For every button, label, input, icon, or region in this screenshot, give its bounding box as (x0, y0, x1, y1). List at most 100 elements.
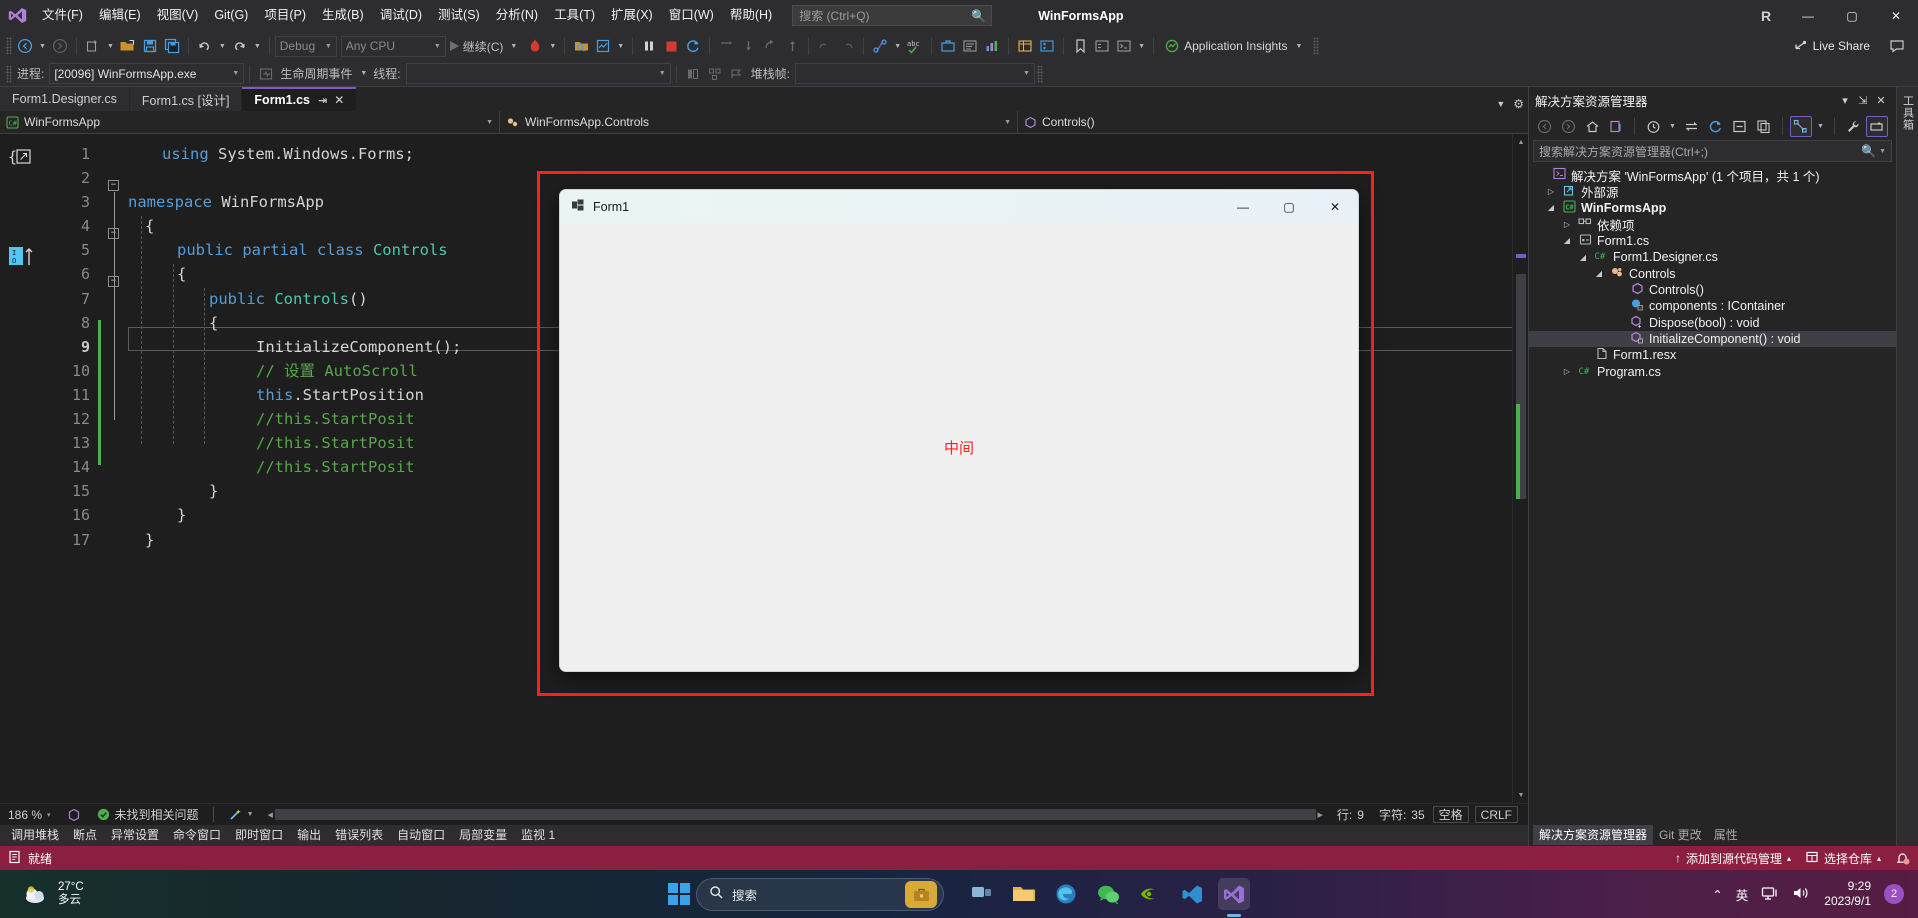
close-icon[interactable]: ✕ (334, 93, 344, 107)
glyph-margin[interactable]: { I O (0, 134, 40, 803)
dbgtab-error-list[interactable]: 错误列表 (328, 825, 390, 846)
tree-expander[interactable]: ◢ (1593, 269, 1605, 278)
dbgtab-breakpoints[interactable]: 断点 (66, 825, 104, 846)
live-share-button[interactable]: Live Share (1785, 39, 1878, 54)
parallel-stacks-icon[interactable] (704, 63, 726, 85)
zoom-control[interactable]: 186 % ▾ (0, 808, 59, 822)
save-all-icon[interactable] (161, 35, 183, 57)
toolbar-grip[interactable] (6, 37, 12, 55)
tree-item-class-controls[interactable]: ◢ Controls (1529, 265, 1896, 281)
application-insights-button[interactable]: Application Insights ▼ (1159, 39, 1311, 53)
stop-icon[interactable] (660, 35, 682, 57)
dbgtab-autos[interactable]: 自动窗口 (390, 825, 452, 846)
taskbar-weather-widget[interactable]: 27°C 多云 (0, 879, 84, 910)
continue-button[interactable]: 继续(C) ▼ (446, 35, 525, 57)
edge-icon[interactable] (1050, 878, 1082, 910)
task-list-icon[interactable] (1091, 35, 1113, 57)
tree-item-form1-designer-cs[interactable]: ◢ C# Form1.Designer.cs (1529, 249, 1896, 265)
dbgtab-call-stack[interactable]: 调用堆栈 (4, 825, 66, 846)
taskbar-clock[interactable]: 9:29 2023/9/1 (1824, 879, 1871, 909)
notification-badge[interactable]: 2 (1884, 884, 1904, 904)
solution-platform-combo[interactable]: Any CPU ▼ (340, 35, 446, 57)
menu-test[interactable]: 测试(S) (430, 0, 488, 31)
step-over-icon[interactable] (737, 35, 759, 57)
show-all-files-icon[interactable] (1753, 116, 1775, 137)
appins-caret[interactable]: ▼ (1293, 43, 1306, 50)
tab-list-chevron-icon[interactable]: ▼ (1496, 99, 1505, 109)
dbgtab-watch-1[interactable]: 监视 1 (514, 825, 562, 846)
continue-caret[interactable]: ▼ (507, 43, 520, 50)
tree-expander[interactable]: ◢ (1577, 253, 1589, 262)
menu-view[interactable]: 视图(V) (149, 0, 207, 31)
maximize-button[interactable]: ▢ (1830, 0, 1874, 31)
menu-tools[interactable]: 工具(T) (546, 0, 603, 31)
stack-frame-combo[interactable]: ▼ (794, 63, 1035, 84)
form1-minimize-button[interactable]: — (1220, 190, 1266, 223)
navbar-member-dropdown[interactable]: Controls() (1018, 111, 1528, 133)
preview-selected-icon[interactable] (1865, 115, 1888, 137)
code-line[interactable]: using System.Windows.Forms; (98, 142, 1528, 166)
editor-horizontal-scrollbar[interactable]: ◀ ▶ (262, 809, 1329, 820)
hscroll-thumb[interactable] (274, 809, 1316, 820)
form1-close-button[interactable]: ✕ (1312, 190, 1358, 223)
toolbar-grip-end[interactable] (1313, 37, 1320, 55)
panel-close-icon[interactable]: ✕ (1872, 94, 1890, 107)
save-icon[interactable] (139, 35, 161, 57)
io-arrow-icon[interactable]: I O (8, 245, 36, 270)
solution-tree[interactable]: 解决方案 'WinFormsApp' (1 个项目，共 1 个) ▷ 外部源 ◢… (1529, 165, 1896, 824)
navbar-type-caret[interactable]: ▼ (1004, 119, 1011, 126)
tree-expander[interactable]: ▷ (1561, 367, 1573, 376)
feedback-icon[interactable] (1886, 35, 1908, 57)
navigate-backward-icon[interactable] (14, 35, 36, 57)
intellicode-status[interactable] (59, 808, 89, 822)
home-icon[interactable] (1581, 116, 1603, 137)
new-project-caret[interactable]: ▼ (104, 43, 117, 50)
menu-project[interactable]: 项目(P) (256, 0, 314, 31)
thread-combo[interactable]: ▼ (405, 63, 671, 84)
tree-item-external-sources[interactable]: ▷ 外部源 (1529, 183, 1896, 200)
debugbar-grip-end[interactable] (1036, 64, 1043, 83)
ime-indicator[interactable]: 英 (1736, 885, 1749, 904)
view-hierarchy-icon[interactable] (1789, 115, 1812, 137)
dbgtab-locals[interactable]: 局部变量 (452, 825, 514, 846)
navbar-project-caret[interactable]: ▼ (486, 119, 493, 126)
taskbar-search-input[interactable]: 搜索 (696, 877, 944, 911)
notifications-button[interactable] (1895, 851, 1910, 866)
close-button[interactable]: ✕ (1874, 0, 1918, 31)
show-threads-icon[interactable] (682, 63, 704, 85)
cmd-caret[interactable]: ▼ (1135, 43, 1148, 50)
error-list-icon[interactable] (959, 35, 981, 57)
tree-item-solution[interactable]: 解决方案 'WinFormsApp' (1 个项目，共 1 个) (1529, 167, 1896, 184)
toolbox-icon[interactable] (937, 35, 959, 57)
tab-form1-cs[interactable]: Form1.cs ⇥ ✕ (242, 87, 357, 111)
add-to-source-control-button[interactable]: ↑ 添加到源代码管理 ▴ (1675, 850, 1791, 867)
wechat-icon[interactable] (1092, 878, 1124, 910)
volume-icon[interactable] (1792, 885, 1811, 904)
menu-window[interactable]: 窗口(W) (661, 0, 722, 31)
step-out-icon[interactable] (759, 35, 781, 57)
menu-build[interactable]: 生成(B) (314, 0, 372, 31)
open-file-icon[interactable] (117, 35, 139, 57)
solution-configuration-combo[interactable]: Debug ▼ (274, 35, 337, 57)
se-tab-solution-explorer[interactable]: 解决方案资源管理器 (1533, 825, 1654, 845)
zoom-caret-icon[interactable]: ▾ (47, 811, 51, 819)
tree-item-method-dispose[interactable]: Dispose(bool) : void (1529, 315, 1896, 331)
nvidia-icon[interactable] (1134, 878, 1166, 910)
attach-process-icon[interactable] (570, 35, 592, 57)
dbgtab-immediate[interactable]: 即时窗口 (228, 825, 290, 846)
pause-icon[interactable] (638, 35, 660, 57)
find-references-icon[interactable] (869, 35, 891, 57)
tab-settings-icon[interactable]: ⚙ (1513, 97, 1524, 111)
select-repository-button[interactable]: 选择仓库 ▴ (1805, 850, 1881, 867)
sync-icon[interactable] (1681, 116, 1703, 137)
chart-icon[interactable] (981, 35, 1003, 57)
redo-caret[interactable]: ▼ (251, 43, 264, 50)
dbgtab-output[interactable]: 输出 (290, 825, 328, 846)
dbgtab-exceptions[interactable]: 异常设置 (104, 825, 166, 846)
stack-frame-flag-icon[interactable] (726, 63, 748, 85)
minimize-button[interactable]: — (1786, 0, 1830, 31)
refresh-icon[interactable] (1705, 116, 1727, 137)
source-control-caret-icon[interactable]: ▴ (1787, 854, 1791, 863)
menu-edit[interactable]: 编辑(E) (91, 0, 149, 31)
menu-analyze[interactable]: 分析(N) (488, 0, 546, 31)
